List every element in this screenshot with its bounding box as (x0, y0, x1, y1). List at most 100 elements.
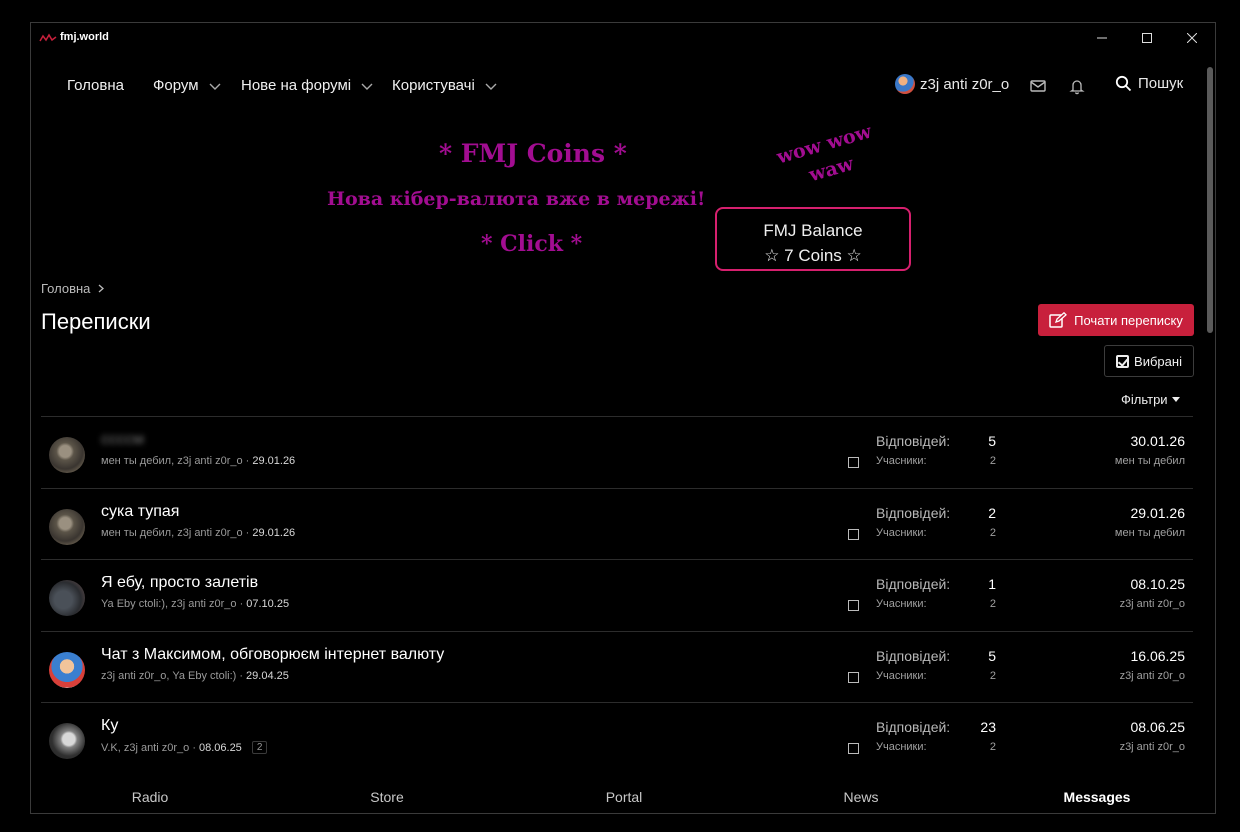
tab-portal[interactable]: Portal (606, 789, 643, 805)
chevron-right-icon (98, 284, 105, 293)
nav-home-label: Головна (67, 77, 124, 94)
list-item[interactable]: Чат з Максимом, обговорюєм інтернет валю… (41, 630, 1193, 703)
start-conversation-label: Почати переписку (1074, 312, 1183, 328)
balance-label: FMJ Balance (763, 221, 863, 240)
banner-title[interactable]: * FMJ Coins * (439, 139, 627, 168)
minimize-icon (1097, 37, 1107, 39)
participants-count: 2 (989, 598, 996, 610)
conversation-participants: Ya Eby ctoli:), z3j anti z0r_o · (101, 598, 244, 610)
last-message-date[interactable]: 29.01.26 (1131, 505, 1186, 521)
chevron-down-icon[interactable] (208, 81, 222, 91)
conversation-date: 29.04.25 (246, 669, 289, 682)
balance-box[interactable]: FMJ Balance ☆ 7 Coins ☆ (715, 207, 911, 271)
conversation-title[interactable]: ссссм (101, 431, 144, 449)
nav-new-on-forum[interactable]: Нове на форумі (241, 77, 374, 94)
page-badge[interactable]: 2 (251, 741, 268, 754)
last-message-date[interactable]: 08.10.25 (1131, 576, 1186, 592)
last-message-date[interactable]: 30.01.26 (1131, 433, 1186, 449)
conversation-date: 08.06.25 (198, 741, 242, 754)
conversation-meta: z3j anti z0r_o, Ya Eby ctoli:) · 29.04.2… (101, 670, 289, 682)
avatar[interactable] (49, 651, 85, 688)
banner-subtitle[interactable]: Нова кібер-валюта вже в мережі! (327, 188, 705, 210)
conversation-participants: мен ты дебил, z3j anti z0r_o · (101, 526, 250, 539)
scrollbar-thumb[interactable] (1207, 67, 1213, 333)
balance-value: ☆ 7 Coins ☆ (764, 246, 862, 265)
chevron-down-icon[interactable] (360, 81, 374, 91)
avatar[interactable] (49, 437, 85, 473)
replies-label: Відповідей: (876, 719, 951, 735)
conversation-participants: z3j anti z0r_o, Ya Eby ctoli:) · (101, 669, 244, 682)
last-message-date[interactable]: 16.06.25 (1131, 648, 1186, 664)
favorites-button[interactable]: Вибрані (1104, 345, 1194, 377)
minimize-button[interactable] (1079, 23, 1125, 53)
app-logo-icon (39, 33, 57, 42)
list-item[interactable]: Я ебу, просто залетів Ya Eby ctoli:), z3… (41, 559, 1193, 631)
title-bar: fmj.world (31, 23, 1215, 53)
filters-label: Фільтри (1121, 392, 1168, 407)
breadcrumb[interactable]: Головна (41, 281, 105, 296)
avatar[interactable] (49, 723, 85, 759)
replies-count: 2 (988, 504, 996, 521)
last-message-user[interactable]: мен ты дебил (1115, 527, 1185, 539)
replies-count: 5 (988, 647, 996, 664)
replies-count: 5 (988, 433, 996, 449)
nav-user-account[interactable]: z3j anti z0r_o (895, 74, 1009, 94)
filters-dropdown[interactable]: Фільтри (1121, 392, 1180, 407)
nav-home[interactable]: Головна (67, 77, 124, 94)
select-checkbox[interactable] (848, 671, 859, 683)
envelope-icon[interactable] (1029, 77, 1047, 95)
conversation-title[interactable]: Ку (101, 717, 118, 735)
conversation-title[interactable]: сука тупая (101, 503, 179, 521)
chevron-down-icon[interactable] (484, 81, 498, 91)
bell-icon[interactable] (1068, 77, 1086, 95)
participants-label: Учасники: (876, 455, 927, 467)
conversation-title[interactable]: Я ебу, просто залетів (101, 574, 258, 592)
nav-forum[interactable]: Форум (153, 77, 222, 94)
last-message-user[interactable]: мен ты дебил (1115, 455, 1185, 467)
tab-radio[interactable]: Radio (132, 789, 169, 805)
conversation-date: 29.01.26 (252, 526, 296, 539)
replies-label: Відповідей: (876, 504, 951, 521)
replies-label: Відповідей: (876, 576, 951, 592)
nav-username: z3j anti z0r_o (920, 75, 1010, 93)
participants-count: 2 (989, 741, 996, 753)
select-checkbox[interactable] (848, 528, 859, 540)
list-item[interactable]: сука тупая мен ты дебил, z3j anti z0r_o … (41, 487, 1193, 560)
breadcrumb-home[interactable]: Головна (41, 281, 90, 296)
tab-messages[interactable]: Messages (1064, 789, 1131, 805)
avatar (895, 74, 915, 94)
maximize-button[interactable] (1124, 23, 1170, 53)
close-button[interactable] (1169, 23, 1215, 53)
tab-news[interactable]: News (843, 789, 878, 805)
top-nav: Головна Форум Нове на форумі Користувачі… (31, 53, 1205, 119)
nav-users[interactable]: Користувачі (392, 77, 498, 94)
conversation-title[interactable]: Чат з Максимом, обговорюєм інтернет валю… (101, 646, 444, 664)
tab-store[interactable]: Store (370, 789, 403, 805)
conversation-meta: Ya Eby ctoli:), z3j anti z0r_o · 07.10.2… (101, 598, 289, 610)
conversation-meta: мен ты дебил, z3j anti z0r_o · 29.01.26 (101, 455, 295, 467)
participants-label: Учасники: (876, 526, 927, 539)
search-button[interactable]: Пошук (1115, 75, 1183, 92)
nav-forum-label: Форум (153, 77, 199, 94)
select-checkbox[interactable] (848, 457, 859, 468)
favorites-label: Вибрані (1134, 353, 1182, 369)
select-checkbox[interactable] (848, 743, 859, 754)
avatar[interactable] (49, 508, 85, 545)
maximize-icon (1142, 33, 1152, 43)
last-message-user[interactable]: z3j anti z0r_o (1120, 670, 1185, 682)
last-message-user[interactable]: z3j anti z0r_o (1120, 741, 1185, 753)
scrollbar[interactable] (1205, 63, 1215, 773)
start-conversation-button[interactable]: Почати переписку (1038, 304, 1194, 336)
nav-new-label: Нове на форумі (241, 77, 352, 94)
last-message-date[interactable]: 08.06.25 (1131, 719, 1186, 735)
list-item[interactable]: Ку V.K, z3j anti z0r_o · 08.06.25 2 Відп… (41, 702, 1193, 774)
select-checkbox[interactable] (848, 600, 859, 611)
last-message-user[interactable]: z3j anti z0r_o (1120, 598, 1185, 610)
list-item[interactable]: ссссм мен ты дебил, z3j anti z0r_o · 29.… (41, 416, 1193, 488)
replies-label: Відповідей: (876, 647, 951, 664)
conversation-participants: мен ты дебил, z3j anti z0r_o · (101, 455, 250, 467)
avatar[interactable] (49, 580, 85, 616)
page-title: Переписки (41, 309, 151, 334)
banner-click-link[interactable]: * Click * (481, 231, 582, 257)
conversation-meta: мен ты дебил, z3j anti z0r_o · 29.01.26 (101, 527, 295, 539)
